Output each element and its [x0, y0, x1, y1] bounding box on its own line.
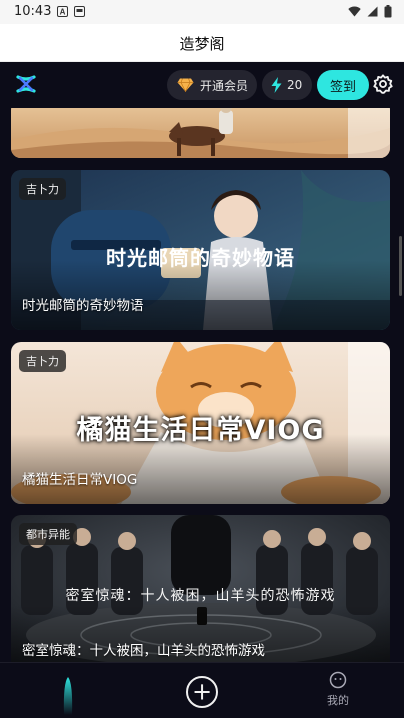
- feed-scrollbar[interactable]: [399, 236, 402, 296]
- page-title: 造梦阁: [179, 35, 225, 53]
- checkin-button[interactable]: 签到: [317, 70, 369, 100]
- app-content: 开通会员 20 签到 时光邮筒的奇妙物语 吉卜力 时光邮筒的奇妙物语 橘猫生活日…: [0, 62, 404, 718]
- top-bar: 开通会员 20 签到: [0, 62, 404, 108]
- notification-card-icon: [74, 6, 85, 17]
- app-logo-icon[interactable]: [14, 72, 38, 96]
- home-tab-icon[interactable]: [48, 671, 88, 715]
- signal-icon: [367, 6, 378, 17]
- story-card[interactable]: 密室惊魂：十人被困，山羊头的恐怖游戏 都市异能 密室惊魂：十人被困，山羊头的恐怖…: [11, 515, 390, 662]
- gem-icon: [177, 78, 194, 92]
- create-button[interactable]: +: [186, 676, 218, 708]
- energy-count: 20: [287, 78, 303, 92]
- title-bar: 造梦阁: [0, 24, 404, 62]
- story-card[interactable]: 橘猫生活日常VIOG 吉卜力 橘猫生活日常VIOG: [11, 342, 390, 504]
- battery-icon: [384, 5, 392, 18]
- tab-me-label: 我的: [327, 694, 349, 707]
- card-tag: 吉卜力: [19, 178, 66, 200]
- status-time: 10:43: [14, 4, 52, 19]
- gear-icon[interactable]: [372, 73, 394, 95]
- notification-a-icon: A: [57, 6, 68, 17]
- card-title: 橘猫生活日常VIOG: [22, 472, 138, 488]
- wifi-icon: [348, 6, 361, 17]
- lightning-icon: [271, 77, 282, 93]
- card-overlay-title: 密室惊魂：十人被困，山羊头的恐怖游戏: [65, 588, 336, 604]
- card-tag: 都市异能: [19, 523, 77, 545]
- story-feed[interactable]: 时光邮筒的奇妙物语 吉卜力 时光邮筒的奇妙物语 橘猫生活日常VIOG 吉卜力 橘…: [0, 108, 404, 662]
- bottom-nav: + 我的: [0, 662, 404, 718]
- status-right-icons: [348, 5, 392, 18]
- card-tag: 吉卜力: [19, 350, 66, 372]
- status-bar: 10:43 A: [0, 0, 404, 24]
- plus-icon: +: [191, 677, 213, 706]
- card-title: 密室惊魂：十人被困，山羊头的恐怖游戏: [22, 643, 265, 659]
- vip-membership-button[interactable]: 开通会员: [167, 70, 257, 100]
- story-card[interactable]: [11, 108, 390, 158]
- svg-text:A: A: [60, 8, 66, 17]
- energy-balance-button[interactable]: 20: [262, 70, 312, 100]
- tab-me[interactable]: 我的: [318, 671, 358, 715]
- card-artwork: [11, 108, 390, 158]
- card-overlay-title: 橘猫生活日常VIOG: [76, 415, 325, 446]
- face-icon: [329, 671, 347, 689]
- card-overlay-title: 时光邮筒的奇妙物语: [106, 246, 295, 270]
- story-card[interactable]: 时光邮筒的奇妙物语 吉卜力 时光邮筒的奇妙物语: [11, 170, 390, 330]
- vip-label: 开通会员: [200, 78, 249, 93]
- card-title: 时光邮筒的奇妙物语: [22, 298, 144, 314]
